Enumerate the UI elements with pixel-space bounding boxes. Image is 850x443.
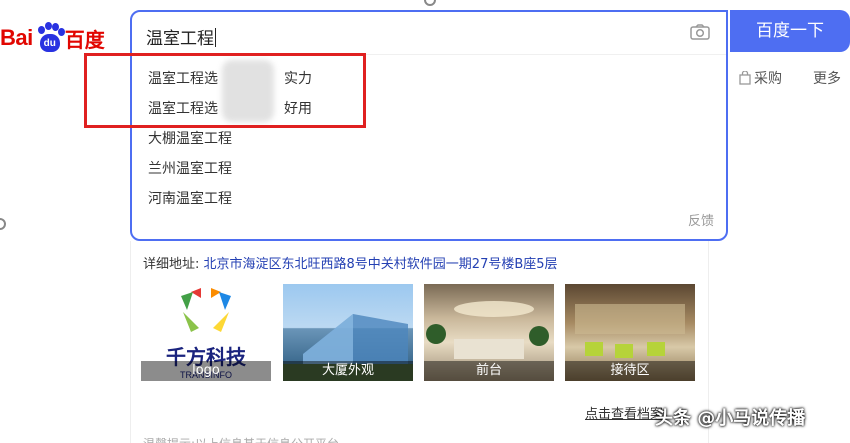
feedback-link[interactable]: 反馈 — [688, 210, 714, 229]
photo-caption: 大厦外观 — [283, 361, 413, 381]
text-caret — [215, 28, 216, 47]
photo-caption: logo — [141, 361, 271, 381]
photo-logo[interactable]: 千方科技 TRANSINFO logo — [141, 284, 271, 381]
suggestion-item[interactable]: 河南温室工程 — [148, 188, 232, 208]
logo-latin: Bai — [0, 25, 33, 50]
camera-icon[interactable] — [690, 24, 710, 40]
address-label: 详细地址: — [143, 257, 200, 272]
tab-purchase[interactable]: 采购 — [738, 68, 782, 88]
address-row: 详细地址: 北京市海淀区东北旺西路8号中关村软件园一期27号楼B座5层 — [143, 253, 558, 272]
paw-icon: du — [34, 22, 65, 54]
photo-lounge[interactable]: 接待区 — [565, 284, 695, 381]
card-border-left — [130, 241, 131, 443]
watermark: 头条 @小马说传播 — [655, 408, 806, 429]
baidu-logo[interactable]: Bai du 百度 — [0, 20, 105, 56]
photo-caption: 接待区 — [565, 361, 695, 381]
photo-caption: 前台 — [424, 361, 554, 381]
logo-cn: 百度 — [64, 27, 105, 52]
tab-more[interactable]: 更多 — [813, 68, 841, 88]
suggestion-item[interactable]: 大棚温室工程 — [148, 128, 232, 148]
address-link[interactable]: 北京市海淀区东北旺西路8号中关村软件园一期27号楼B座5层 — [204, 257, 558, 272]
photo-building[interactable]: 大厦外观 — [283, 284, 413, 381]
suggestion-item[interactable]: 兰州温室工程 — [148, 158, 232, 178]
bottom-notice: 温馨提示:以上信息基于信息公开平台 — [143, 435, 703, 443]
search-button[interactable]: 百度一下 — [730, 10, 850, 52]
tab-purchase-label: 采购 — [754, 71, 782, 87]
window-handle-top — [424, 0, 436, 6]
search-input[interactable]: 温室工程 — [146, 24, 216, 49]
highlight-box — [84, 53, 366, 128]
photo-reception[interactable]: 前台 — [424, 284, 554, 381]
logo-pad: du — [39, 34, 60, 52]
purchase-icon — [739, 71, 751, 85]
search-query: 温室工程 — [146, 29, 214, 49]
view-archive-link[interactable]: 点击查看档案 — [585, 403, 663, 422]
window-handle-left — [0, 218, 6, 230]
